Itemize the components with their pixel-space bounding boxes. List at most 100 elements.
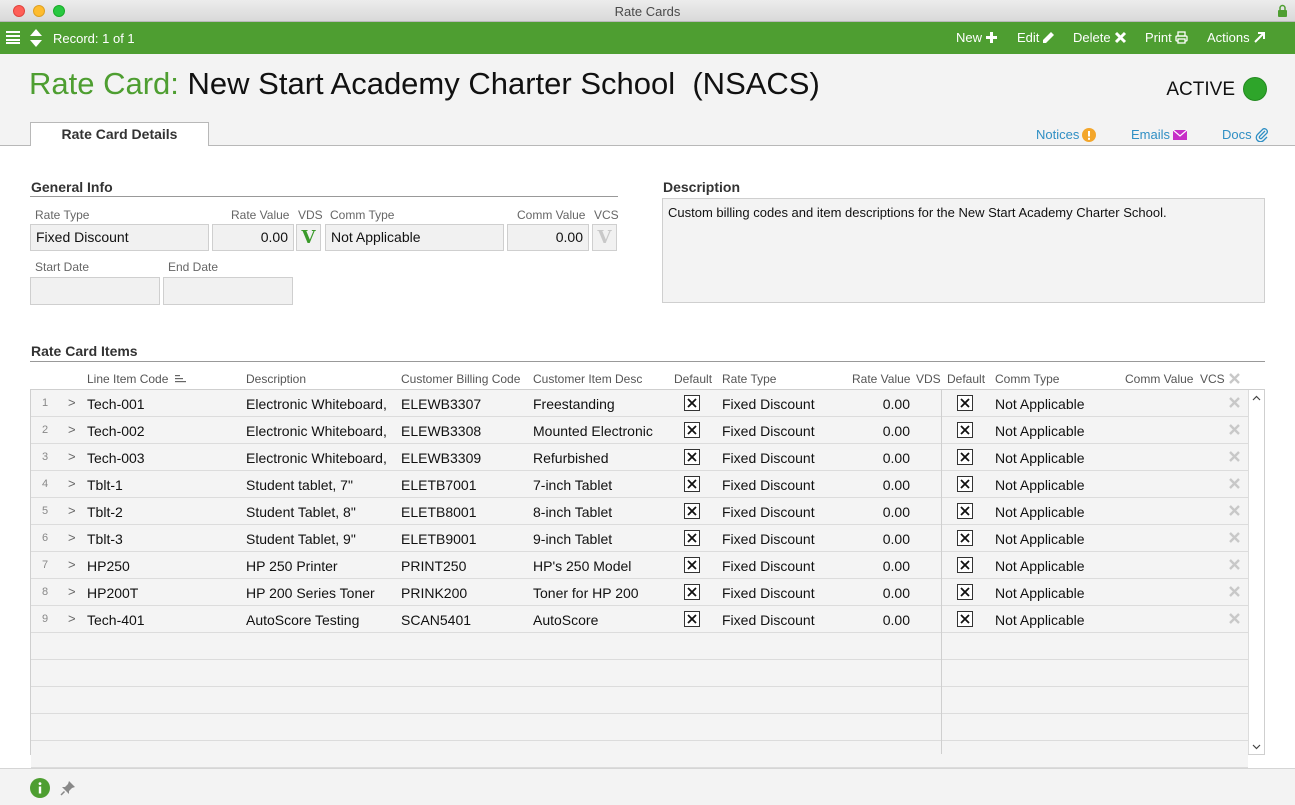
col-rate-type[interactable]: Rate Type [722,372,776,386]
line-item-code-cell[interactable]: Tech-401 [87,612,145,628]
rate-value-cell[interactable]: 0.00 [861,612,910,628]
table-row[interactable]: 7 > HP250 HP 250 Printer PRINT250 HP's 250 Mo… [31,552,1248,579]
actions-button[interactable]: Actions [1207,30,1266,45]
expand-row-icon[interactable]: > [68,503,76,518]
description-cell[interactable]: HP 250 Printer [246,558,338,574]
col-vcs[interactable]: VCS [1200,372,1225,386]
rate-type-cell[interactable]: Fixed Discount [722,450,815,466]
col-rate-value[interactable]: Rate Value [852,372,910,386]
col-customer-billing-code[interactable]: Customer Billing Code [401,372,520,386]
col-line-item-code[interactable]: Line Item Code [87,372,186,386]
line-item-code-cell[interactable]: Tech-001 [87,396,145,412]
edit-button[interactable]: Edit [1017,30,1055,45]
rate-value-cell[interactable]: 0.00 [861,477,910,493]
item-desc-cell[interactable]: 9-inch Tablet [533,531,612,547]
description-cell[interactable]: Electronic Whiteboard, [246,423,387,439]
empty-row[interactable] [31,660,1248,687]
table-row[interactable]: 2 > Tech-002 Electronic Whiteboard, ELEWB330… [31,417,1248,444]
default-comm-checkbox[interactable] [957,476,973,492]
line-item-code-cell[interactable]: HP250 [87,558,130,574]
item-desc-cell[interactable]: HP's 250 Model [533,558,631,574]
billing-code-cell[interactable]: ELETB8001 [401,504,477,520]
description-cell[interactable]: HP 200 Series Toner [246,585,375,601]
grid-scrollbar[interactable] [1248,390,1264,754]
docs-link[interactable]: Docs [1222,127,1269,142]
line-item-code-cell[interactable]: HP200T [87,585,138,601]
default-comm-checkbox[interactable] [957,395,973,411]
default-rate-checkbox[interactable] [684,395,700,411]
billing-code-cell[interactable]: SCAN5401 [401,612,471,628]
default-rate-checkbox[interactable] [684,449,700,465]
delete-row-icon[interactable] [1229,397,1240,408]
comm-type-field[interactable]: Not Applicable [325,224,504,251]
vcs-checkbox[interactable]: V [592,224,617,251]
empty-row[interactable] [31,741,1248,768]
comm-type-cell[interactable]: Not Applicable [995,612,1085,628]
delete-row-icon[interactable] [1229,478,1240,489]
billing-code-cell[interactable]: PRINT250 [401,558,466,574]
table-row[interactable]: 1 > Tech-001 Electronic Whiteboard, ELEWB330… [31,390,1248,417]
default-rate-checkbox[interactable] [684,611,700,627]
billing-code-cell[interactable]: ELETB7001 [401,477,477,493]
rate-type-cell[interactable]: Fixed Discount [722,423,815,439]
col-default-rate[interactable]: Default [674,372,712,386]
billing-code-cell[interactable]: ELETB9001 [401,531,477,547]
rate-value-cell[interactable]: 0.00 [861,504,910,520]
delete-all-icon[interactable] [1229,373,1240,384]
item-desc-cell[interactable]: Refurbished [533,450,609,466]
scroll-down-icon[interactable] [1252,742,1261,751]
description-cell[interactable]: AutoScore Testing [246,612,359,628]
default-rate-checkbox[interactable] [684,476,700,492]
default-rate-checkbox[interactable] [684,503,700,519]
description-textarea[interactable]: Custom billing codes and item descriptio… [662,198,1265,303]
comm-type-cell[interactable]: Not Applicable [995,450,1085,466]
col-description[interactable]: Description [246,372,306,386]
expand-row-icon[interactable]: > [68,395,76,410]
description-cell[interactable]: Student tablet, 7" [246,477,353,493]
comm-type-cell[interactable]: Not Applicable [995,585,1085,601]
comm-type-cell[interactable]: Not Applicable [995,531,1085,547]
empty-row[interactable] [31,687,1248,714]
default-rate-checkbox[interactable] [684,557,700,573]
billing-code-cell[interactable]: PRINK200 [401,585,467,601]
emails-link[interactable]: Emails [1131,127,1188,142]
pin-icon[interactable] [60,780,76,796]
vds-checkbox[interactable]: V [296,224,321,251]
rate-value-cell[interactable]: 0.00 [861,450,910,466]
default-comm-checkbox[interactable] [957,557,973,573]
info-icon[interactable] [30,778,50,798]
new-button[interactable]: New [956,30,998,45]
default-comm-checkbox[interactable] [957,530,973,546]
billing-code-cell[interactable]: ELEWB3309 [401,450,481,466]
delete-row-icon[interactable] [1229,424,1240,435]
col-comm-value[interactable]: Comm Value [1125,372,1193,386]
table-row[interactable]: 4 > Tblt-1 Student tablet, 7" ELETB7001 7-inc… [31,471,1248,498]
table-row[interactable]: 6 > Tblt-3 Student Tablet, 9" ELETB9001 9-inc… [31,525,1248,552]
col-default-comm[interactable]: Default [947,372,985,386]
rate-type-cell[interactable]: Fixed Discount [722,585,815,601]
comm-type-cell[interactable]: Not Applicable [995,396,1085,412]
rate-type-cell[interactable]: Fixed Discount [722,531,815,547]
rate-value-cell[interactable]: 0.00 [861,423,910,439]
delete-row-icon[interactable] [1229,532,1240,543]
expand-row-icon[interactable]: > [68,557,76,572]
table-row[interactable]: 9 > Tech-401 AutoScore Testing SCAN5401 AutoS… [31,606,1248,633]
empty-row[interactable] [31,714,1248,741]
rate-value-cell[interactable]: 0.00 [861,585,910,601]
comm-type-cell[interactable]: Not Applicable [995,504,1085,520]
default-rate-checkbox[interactable] [684,530,700,546]
line-item-code-cell[interactable]: Tech-002 [87,423,145,439]
delete-row-icon[interactable] [1229,505,1240,516]
rate-type-cell[interactable]: Fixed Discount [722,504,815,520]
hamburger-menu-icon[interactable] [6,31,20,44]
table-row[interactable]: 3 > Tech-003 Electronic Whiteboard, ELEWB330… [31,444,1248,471]
line-item-code-cell[interactable]: Tblt-1 [87,477,123,493]
item-desc-cell[interactable]: Toner for HP 200 [533,585,639,601]
table-row[interactable]: 5 > Tblt-2 Student Tablet, 8" ELETB8001 8-inc… [31,498,1248,525]
item-desc-cell[interactable]: 8-inch Tablet [533,504,612,520]
delete-row-icon[interactable] [1229,559,1240,570]
expand-row-icon[interactable]: > [68,449,76,464]
delete-row-icon[interactable] [1229,451,1240,462]
item-desc-cell[interactable]: Mounted Electronic [533,423,653,439]
description-cell[interactable]: Student Tablet, 8" [246,504,356,520]
